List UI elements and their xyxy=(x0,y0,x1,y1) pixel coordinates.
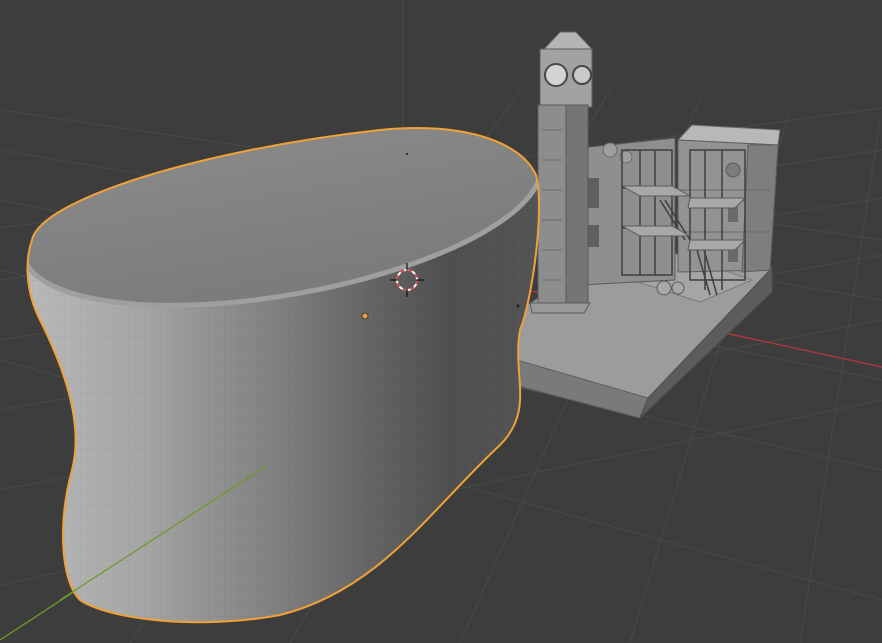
tub-top-dot xyxy=(405,152,409,156)
clock-face-right xyxy=(572,65,592,85)
clock-face-left xyxy=(544,63,568,87)
side-building[interactable] xyxy=(579,137,676,286)
3d-viewport[interactable] xyxy=(0,0,882,643)
object-origin-icon xyxy=(361,312,369,320)
viewport-canvas[interactable] xyxy=(0,0,882,643)
tower-origin-dot xyxy=(516,304,520,308)
